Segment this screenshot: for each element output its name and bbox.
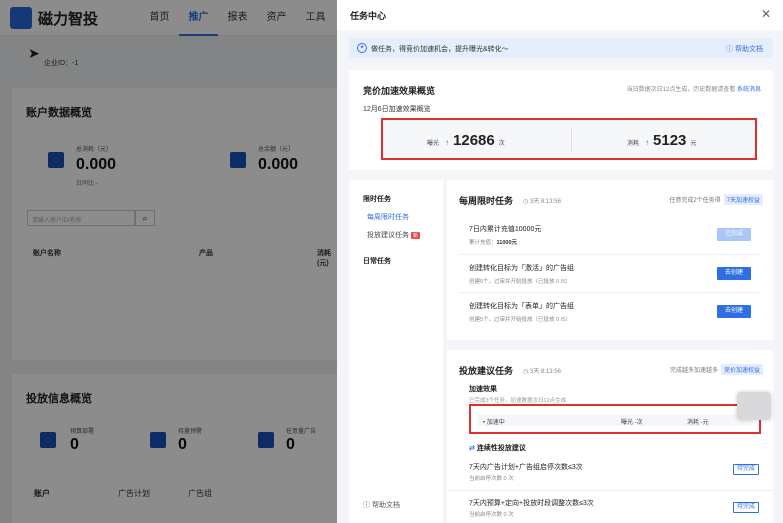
nav-suggest-label: 投放建议任务 bbox=[367, 232, 409, 239]
accel-exposure: 曝光 -次 bbox=[621, 420, 643, 426]
create-button[interactable]: 去创建 bbox=[717, 267, 751, 280]
effect-date: 12月6日加速效果概览 bbox=[363, 106, 431, 113]
arrow-up-icon: ↑ bbox=[445, 138, 450, 147]
continuity-title-text: 连续性投放建议 bbox=[476, 445, 526, 452]
effect-metrics-box: 曝光 ↑ 12686 次 消耗 ↑ 5123 元 bbox=[381, 118, 757, 160]
accel-result-box: • 加速中 曝光 -次 消耗 -元 bbox=[469, 404, 761, 434]
refresh-icon: ⇄ bbox=[469, 445, 475, 452]
suggest-timer: ◷ 3天 8:13:56 bbox=[523, 369, 561, 375]
banner-help-link[interactable]: ⓘ 帮助文档 bbox=[726, 44, 763, 54]
task-title: 创建转化目标为「激活」的广告组 bbox=[469, 265, 574, 272]
accel-title: 加速效果 bbox=[469, 386, 497, 393]
floating-helper-icon[interactable] bbox=[737, 392, 771, 420]
cost-value: 5123 bbox=[653, 132, 687, 149]
exposure-metric: 曝光 ↑ 12686 次 bbox=[427, 132, 505, 149]
group-daily-tasks[interactable]: 日常任务 bbox=[363, 256, 391, 266]
suggest-item-title: 7天内广告计划+广告组启停次数≤3次 bbox=[469, 464, 583, 471]
task-sub: 创建5个，过审并开始投放（已投放 0 /5） bbox=[469, 317, 571, 323]
sparkle-icon: ✦ bbox=[357, 43, 367, 53]
banner-text: 做任务，得竞价加速机会，提升曝光&转化～ bbox=[371, 46, 509, 53]
left-help-label: 帮助文档 bbox=[371, 502, 400, 509]
accel-status: • 加速中 bbox=[483, 420, 505, 426]
drawer-title: 任务中心 bbox=[350, 11, 387, 21]
nav-suggest-tasks[interactable]: 投放建议任务新 bbox=[367, 230, 421, 240]
accel-cost: 消耗 -元 bbox=[687, 420, 709, 426]
task-left-nav: 限时任务 每周限时任务 投放建议任务新 日常任务 ⓘ 帮助文档 bbox=[349, 180, 443, 523]
task-center-drawer: 任务中心 ✕ ✦ 做任务，得竞价加速机会，提升曝光&转化～ ⓘ 帮助文档 竞价加… bbox=[337, 0, 783, 523]
accel-note: 已完成3个任务，加速数据次日12点生成 bbox=[469, 398, 567, 404]
suggest-reward: 完成越多加速越多 竞价加速权益 bbox=[670, 364, 763, 375]
system-message-link[interactable]: 系统消息 bbox=[737, 87, 761, 93]
metric-divider bbox=[571, 128, 572, 152]
accel-row: • 加速中 曝光 -次 消耗 -元 bbox=[477, 414, 753, 426]
modal-overlay[interactable] bbox=[0, 0, 337, 523]
task-sub: 累计充值：11000元 bbox=[469, 238, 517, 246]
cost-label: 消耗 bbox=[627, 141, 640, 147]
task-sub-value: 11000元 bbox=[496, 240, 518, 246]
effect-overview-card: 竞价加速效果概览 当日数据次日12点生成，历史数据请查看 系统消息 12月6日加… bbox=[349, 70, 773, 170]
completed-button: 已完成 bbox=[717, 228, 751, 241]
pending-button[interactable]: 待完成 bbox=[733, 464, 759, 475]
weekly-task-card: 每周限时任务 ◷ 3天 8:13:56 任意完成2个任务得 7天加速权益 7日内累… bbox=[447, 180, 773, 340]
suggest-item-sub: 当前启停次数 0 次 bbox=[469, 476, 514, 482]
left-help-link[interactable]: ⓘ 帮助文档 bbox=[363, 500, 400, 510]
weekly-timer-value: 3天 8:13:56 bbox=[529, 199, 561, 205]
weekly-reward-tag: 7天加速权益 bbox=[723, 194, 763, 205]
exposure-label: 曝光 bbox=[427, 141, 440, 147]
task-item: 创建转化目标为「激活」的广告组 创建5个，过审并开始投放（已投放 0 /5） 去… bbox=[459, 254, 761, 292]
group-limited-tasks: 限时任务 bbox=[363, 196, 391, 203]
task-item: 创建转化目标为「表单」的广告组 创建5个，过审并开始投放（已投放 0 /5） 去… bbox=[459, 292, 761, 330]
banner-help-label: 帮助文档 bbox=[735, 46, 763, 53]
cost-metric: 消耗 ↑ 5123 元 bbox=[627, 132, 696, 149]
task-title: 创建转化目标为「表单」的广告组 bbox=[469, 303, 574, 310]
suggest-item-sub: 当前启停次数 0 次 bbox=[469, 512, 514, 518]
task-sub: 创建5个，过审并开始投放（已投放 0 /5） bbox=[469, 279, 571, 285]
weekly-timer: ◷ 3天 8:13:56 bbox=[523, 199, 561, 205]
arrow-up-icon: ↑ bbox=[645, 138, 650, 147]
divider bbox=[447, 490, 773, 491]
task-item: 7日内累计充值10000元 累计充值：11000元 已完成 bbox=[459, 216, 761, 254]
new-badge: 新 bbox=[411, 232, 421, 239]
continuity-title: ⇄ 连续性投放建议 bbox=[469, 443, 526, 453]
suggest-reward-text: 完成越多加速越多 bbox=[669, 368, 718, 374]
suggest-title: 投放建议任务 bbox=[459, 366, 514, 376]
nav-weekly-tasks[interactable]: 每周限时任务 bbox=[367, 212, 409, 222]
suggest-reward-tag: 竞价加速权益 bbox=[720, 364, 763, 375]
weekly-reward: 任意完成2个任务得 7天加速权益 bbox=[669, 194, 763, 205]
accel-status-text: 加速中 bbox=[486, 420, 505, 426]
exposure-unit: 次 bbox=[498, 141, 505, 147]
suggest-task-card: 投放建议任务 ◷ 3天 8:13:56 完成越多加速越多 竞价加速权益 加速效果 … bbox=[447, 350, 773, 523]
weekly-title: 每周限时任务 bbox=[459, 196, 514, 206]
weekly-reward-text: 任意完成2个任务得 bbox=[669, 198, 721, 204]
task-sub-label: 累计充值： bbox=[469, 240, 497, 246]
note-text: 当日数据次日12点生成，历史数据请查看 bbox=[626, 87, 736, 93]
drawer-header: 任务中心 ✕ bbox=[337, 0, 783, 30]
effect-overview-note: 当日数据次日12点生成，历史数据请查看 系统消息 bbox=[627, 84, 761, 93]
exposure-value: 12686 bbox=[453, 132, 495, 149]
close-icon[interactable]: ✕ bbox=[761, 7, 771, 21]
suggest-timer-value: 3天 8:13:56 bbox=[529, 369, 561, 375]
task-title: 7日内累计充值10000元 bbox=[469, 226, 542, 233]
effect-overview-title: 竞价加速效果概览 bbox=[363, 86, 436, 96]
pending-button[interactable]: 待完成 bbox=[733, 502, 759, 513]
create-button[interactable]: 去创建 bbox=[717, 305, 751, 318]
suggest-item-title: 7天内预算+定向+投放时段调整次数≤3次 bbox=[469, 500, 594, 507]
cost-unit: 元 bbox=[690, 141, 697, 147]
info-banner: ✦ 做任务，得竞价加速机会，提升曝光&转化～ ⓘ 帮助文档 bbox=[349, 38, 773, 58]
